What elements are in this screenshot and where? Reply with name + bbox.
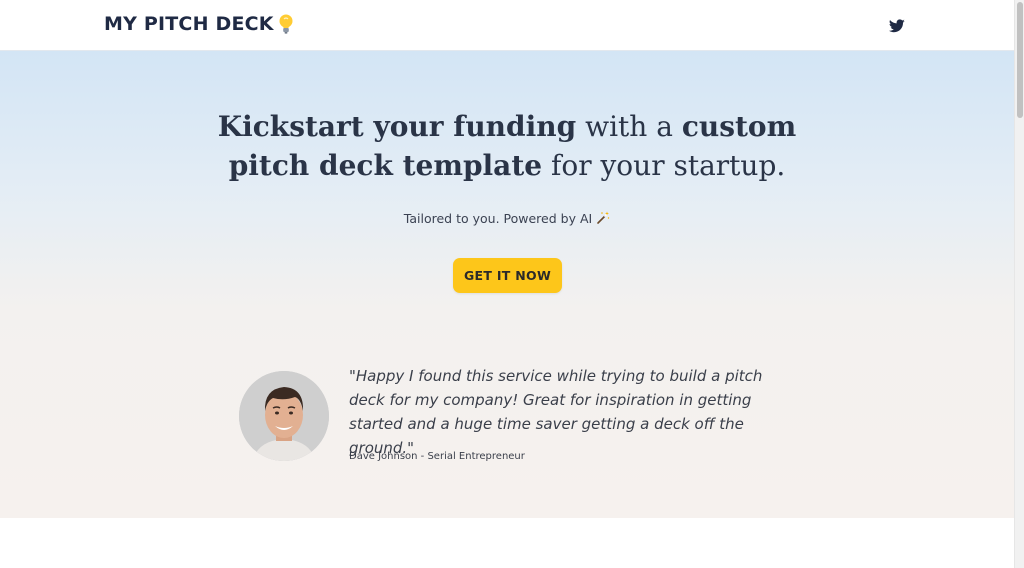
scrollbar-thumb[interactable]	[1017, 2, 1023, 118]
headline-connector: with a	[576, 110, 682, 143]
hero-headline: Kickstart your funding with a custom pit…	[200, 107, 814, 185]
magic-wand-icon	[596, 211, 610, 225]
page: MY PITCH DECK Kickstart your funding wit…	[0, 0, 1014, 568]
hero-tagline: Tailored to you. Powered by AI	[0, 211, 1014, 226]
headline-end: for your startup.	[542, 149, 786, 182]
testimonial-avatar	[239, 371, 329, 461]
tagline-text: Tailored to you. Powered by AI	[403, 211, 593, 226]
page-scrollbar[interactable]	[1014, 0, 1024, 568]
headline-bold-start: Kickstart your funding	[217, 110, 577, 143]
testimonial-author: Dave Johnson - Serial Entrepreneur	[349, 451, 525, 462]
hero-section: Kickstart your funding with a custom pit…	[0, 51, 1014, 518]
twitter-icon[interactable]	[888, 18, 905, 33]
brand-name: MY PITCH DECK	[104, 13, 274, 35]
testimonial-quote: "Happy I found this service while trying…	[349, 367, 763, 457]
lightbulb-icon	[278, 13, 294, 35]
get-it-now-button[interactable]: GET IT NOW	[453, 258, 562, 293]
brand-logo-link[interactable]: MY PITCH DECK	[104, 13, 294, 35]
navbar: MY PITCH DECK	[0, 0, 1014, 51]
